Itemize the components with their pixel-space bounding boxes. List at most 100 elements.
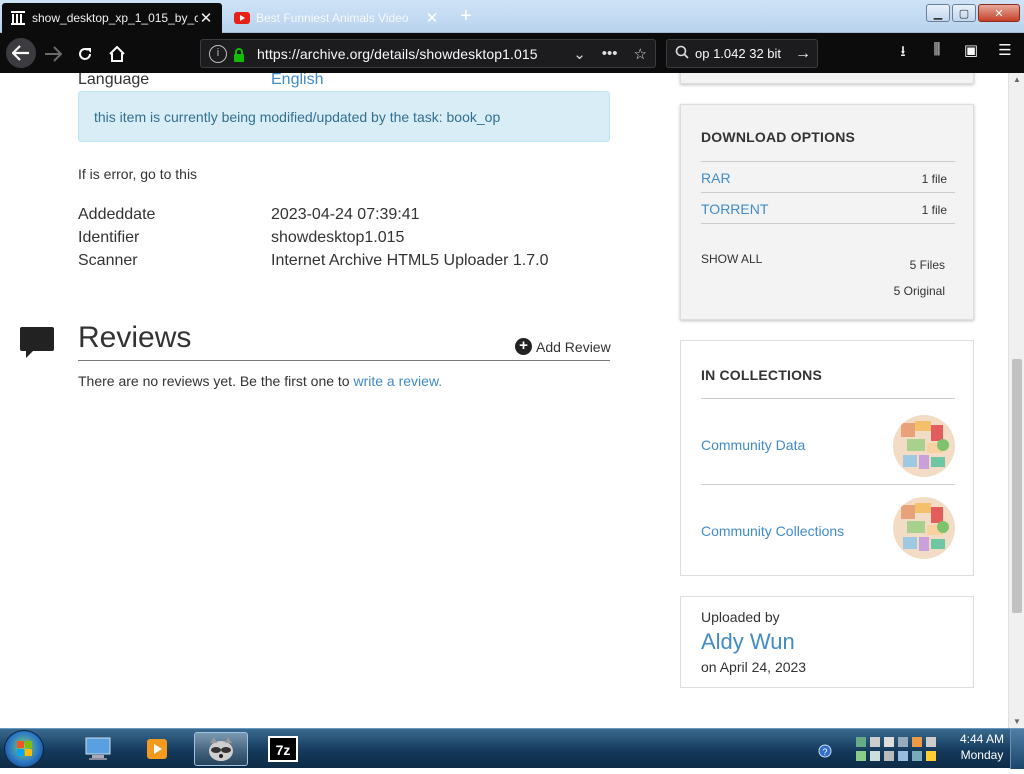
taskbar-7zip-app[interactable]: 7z	[256, 732, 310, 766]
close-icon[interactable]: ✕	[198, 9, 214, 27]
back-button[interactable]	[6, 38, 36, 68]
taskbar-computer-app[interactable]	[72, 732, 126, 766]
url-text[interactable]: https://archive.org/details/showdesktop1…	[257, 46, 538, 62]
tab-youtube[interactable]: Best Funniest Animals Video ✕	[226, 3, 448, 33]
no-reviews-text: There are no reviews yet. Be the first o…	[78, 373, 350, 389]
svg-text:7z: 7z	[276, 742, 291, 758]
uploader-panel: Uploaded by Aldy Wun on April 24, 2023	[680, 596, 974, 688]
youtube-icon	[234, 10, 250, 26]
alert-text: this item is currently being modified/up…	[94, 109, 501, 125]
window-controls: ▁ ▢ ✕	[926, 4, 1020, 22]
add-review-button[interactable]: + Add Review	[515, 338, 611, 355]
search-icon	[675, 45, 689, 62]
collection-item[interactable]: Community Data	[701, 398, 955, 484]
new-tab-button[interactable]: +	[456, 5, 476, 27]
download-link-rar[interactable]: RAR	[701, 170, 731, 186]
add-review-label: Add Review	[536, 338, 611, 355]
download-row: TORRENT 1 file	[701, 192, 955, 223]
info-icon[interactable]: i	[209, 44, 227, 63]
maximize-button[interactable]: ▢	[952, 4, 976, 22]
metadata-key: Addeddate	[78, 206, 156, 223]
close-icon[interactable]: ✕	[424, 9, 440, 27]
metadata-row: Addeddate 2023-04-24 07:39:41	[78, 206, 420, 224]
download-options-panel: DOWNLOAD OPTIONS RAR 1 file TORRENT 1 fi…	[680, 104, 974, 320]
taskbar-media-app[interactable]	[130, 732, 184, 766]
vertical-scrollbar[interactable]: ▲ ▼	[1008, 73, 1024, 728]
window-close-button[interactable]: ✕	[978, 4, 1020, 22]
scrollbar-thumb[interactable]	[1012, 359, 1022, 613]
reviews-heading: Reviews	[78, 321, 192, 354]
show-desktop-button[interactable]	[1010, 729, 1024, 769]
scroll-up-arrow[interactable]: ▲	[1009, 75, 1024, 84]
raccoon-icon	[209, 737, 233, 761]
library-icon[interactable]: ⫼	[926, 41, 948, 66]
speech-bubble-icon	[20, 325, 54, 359]
lock-icon	[233, 47, 245, 62]
tab-title: Best Funniest Animals Video	[256, 11, 409, 25]
language-link[interactable]: English	[271, 73, 323, 89]
language-row: Language English	[78, 73, 323, 89]
arrow-right-icon[interactable]: →	[795, 45, 811, 63]
collection-item[interactable]: Community Collections	[701, 484, 955, 564]
navigation-toolbar: i https://archive.org/details/showdeskto…	[0, 33, 1024, 73]
no-reviews-message: There are no reviews yet. Be the first o…	[78, 373, 442, 389]
metadata-value: Internet Archive HTML5 Uploader 1.7.0	[271, 252, 549, 269]
write-review-link[interactable]: write a review.	[353, 373, 442, 389]
tab-strip: show_desktop_xp_1_015_by_ce ✕ Best Funni…	[0, 0, 1024, 33]
divider	[78, 360, 610, 361]
show-all-link[interactable]: SHOW ALL	[701, 252, 762, 266]
metadata-key: Identifier	[78, 229, 140, 246]
forward-button[interactable]	[40, 41, 66, 67]
tab-archive[interactable]: show_desktop_xp_1_015_by_ce ✕	[2, 3, 222, 33]
clock[interactable]: 4:44 AM Monday	[960, 731, 1004, 763]
collection-link[interactable]: Community Collections	[701, 523, 844, 539]
download-row: RAR 1 file	[701, 161, 955, 192]
page-content: Language English this item is currently …	[0, 73, 1008, 728]
task-alert: this item is currently being modified/up…	[78, 91, 610, 142]
file-count: 1 file	[921, 203, 947, 217]
metadata-row: Identifier showdesktop1.015	[78, 229, 404, 247]
collections-panel: IN COLLECTIONS Community Data Community …	[680, 340, 974, 576]
download-link-torrent[interactable]: TORRENT	[701, 201, 768, 217]
download-options-title: DOWNLOAD OPTIONS	[701, 129, 856, 145]
collection-link[interactable]: Community Data	[701, 437, 805, 453]
sidebar-icon[interactable]: ▣	[960, 41, 982, 66]
clock-day: Monday	[960, 748, 1004, 762]
error-text: If is error, go to this	[78, 166, 198, 182]
page-actions-icon[interactable]: •••	[602, 45, 618, 63]
home-icon	[109, 46, 125, 62]
menu-icon[interactable]: ☰	[994, 41, 1016, 66]
home-button[interactable]	[104, 41, 130, 67]
top-panel-edge	[680, 73, 974, 84]
taskbar-browser-app[interactable]	[194, 732, 248, 766]
search-input[interactable]: op 1.042 32 bit	[695, 46, 781, 61]
chevron-down-icon[interactable]: ⌄	[573, 45, 586, 63]
scroll-down-arrow[interactable]: ▼	[1009, 717, 1024, 726]
metadata-row: Scanner Internet Archive HTML5 Uploader …	[78, 252, 548, 270]
collections-title: IN COLLECTIONS	[701, 367, 823, 383]
arrow-right-icon	[45, 46, 62, 62]
bookmark-star-icon[interactable]: ☆	[634, 45, 647, 63]
plus-circle-icon: +	[515, 338, 532, 355]
minimize-button[interactable]: ▁	[926, 4, 950, 22]
download-icon[interactable]: ⭳	[892, 41, 914, 66]
collection-thumbnail[interactable]	[893, 415, 955, 477]
metadata-key: Scanner	[78, 252, 138, 269]
file-count: 1 file	[921, 172, 947, 186]
svg-text:?: ?	[822, 747, 827, 757]
reload-icon	[79, 48, 91, 60]
reload-button[interactable]	[72, 41, 98, 67]
archive-icon	[10, 10, 26, 26]
uploader-name-link[interactable]: Aldy Wun	[701, 629, 795, 655]
url-bar[interactable]: i https://archive.org/details/showdeskto…	[200, 39, 656, 68]
clock-time: 4:44 AM	[959, 732, 1004, 746]
collection-thumbnail[interactable]	[893, 497, 955, 559]
files-count: 5 Files	[909, 258, 945, 272]
upload-date: on April 24, 2023	[701, 659, 807, 675]
start-button[interactable]	[4, 730, 44, 768]
system-tray: ?	[816, 733, 946, 765]
windows-logo-icon	[17, 741, 32, 756]
search-bar[interactable]: op 1.042 32 bit →	[666, 39, 818, 68]
tab-title: show_desktop_xp_1_015_by_ce	[32, 11, 198, 25]
original-count: 5 Original	[893, 284, 945, 298]
